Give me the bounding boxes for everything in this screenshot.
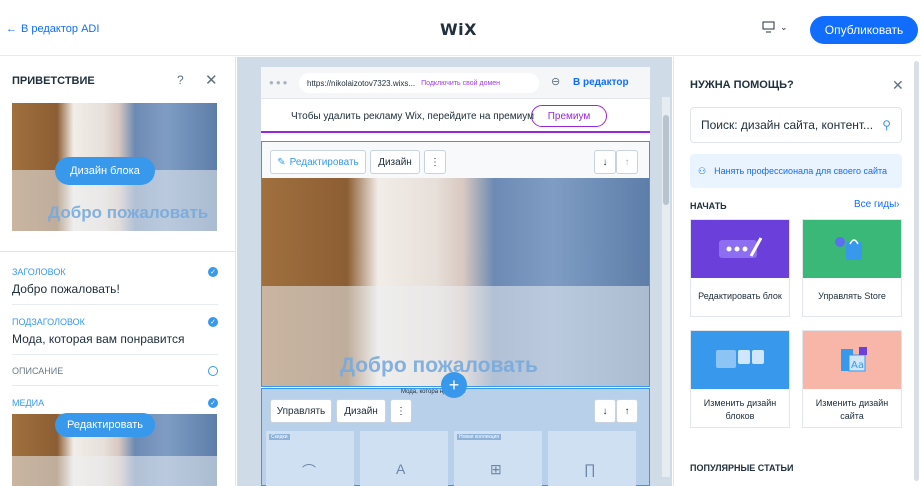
card-label: Изменить дизайн блоков: [703, 398, 777, 421]
dress-icon: A: [396, 461, 406, 477]
url-text: https://nikolaizotov7323.wixs...: [307, 78, 416, 88]
empty-circle-icon: [208, 366, 218, 376]
checkmark-icon: ✓: [208, 317, 218, 327]
connect-domain-link[interactable]: Подключить свой домен: [421, 80, 500, 87]
arrow-up-icon[interactable]: ↑: [616, 399, 638, 423]
categories-section[interactable]: Управлять Дизайн ⋮ ↓ ↑ Скидки ⌒ A Новая …: [261, 388, 650, 486]
edit-block-illustration-icon: [691, 220, 789, 278]
hire-pro-link[interactable]: ⚇ Нанять профессионала для своего сайта: [690, 154, 902, 188]
top-bar: ← В редактор ADI WiX ⌄ Опубликовать: [0, 0, 921, 56]
help-icon[interactable]: ?: [177, 73, 184, 87]
panel-title: ПРИВЕТСТВИЕ: [12, 75, 95, 87]
chevron-right-icon: ›: [896, 199, 900, 210]
field-label: МЕДИА: [12, 398, 45, 408]
block-design-button[interactable]: Дизайн блока: [55, 157, 155, 185]
shirt-icon: ⌒: [302, 463, 316, 479]
card-label: Изменить дизайн сайта: [815, 398, 889, 421]
people-icon: ⚇: [698, 165, 707, 176]
arrow-down-icon[interactable]: ↓: [594, 399, 616, 423]
premium-button[interactable]: Премиум: [531, 105, 607, 127]
all-guides-link[interactable]: Все гиды›: [854, 199, 900, 210]
add-section-button[interactable]: +: [441, 372, 467, 398]
blocks-design-illustration-icon: [691, 331, 789, 389]
design-button[interactable]: Дизайн: [336, 399, 386, 423]
checkmark-icon: ✓: [208, 267, 218, 277]
edit-block-button[interactable]: ✎ Редактировать: [270, 150, 366, 174]
help-panel-scrollbar[interactable]: [914, 61, 919, 481]
guide-card-manage-store[interactable]: Управлять Store: [802, 219, 902, 317]
jacket-icon: ∏: [584, 461, 596, 477]
field-value: Добро пожаловать!: [12, 282, 120, 296]
popular-articles-title: ПОПУЛЯРНЫЕ СТАТЬИ: [690, 463, 794, 473]
publish-button[interactable]: Опубликовать: [810, 16, 918, 44]
help-panel-title: НУЖНА ПОМОЩЬ?: [690, 79, 794, 91]
back-link-label: В редактор ADI: [21, 23, 100, 35]
pencil-icon: ✎: [277, 156, 286, 168]
field-label: ОПИСАНИЕ: [12, 366, 64, 376]
site-preview-window: ●●● https://nikolaizotov7323.wixs... Под…: [261, 67, 650, 486]
card-label: Управлять Store: [818, 291, 886, 301]
hero-section[interactable]: ✎ Редактировать Дизайн ⋮ ↓ ↑ Добро пожал…: [261, 141, 650, 387]
arrow-left-icon: ←: [6, 23, 17, 35]
card-label: Редактировать блок: [698, 291, 782, 301]
to-editor-link[interactable]: В редактор: [573, 77, 629, 88]
canvas-scroll-thumb[interactable]: [663, 115, 669, 205]
close-icon[interactable]: ✕: [205, 71, 218, 89]
checkmark-icon: ✓: [208, 398, 218, 408]
help-search-input[interactable]: Поиск: дизайн сайта, контент... ⚲: [690, 107, 902, 143]
edit-media-button[interactable]: Редактировать: [55, 413, 155, 437]
close-icon[interactable]: ✕: [892, 77, 904, 94]
guide-card-edit-block[interactable]: Редактировать блок: [690, 219, 790, 317]
site-design-illustration-icon: Aa: [803, 331, 901, 389]
arrow-up-icon[interactable]: ↑: [616, 150, 638, 174]
divider: [0, 251, 235, 252]
category-card[interactable]: ∏: [548, 431, 636, 486]
url-field[interactable]: https://nikolaizotov7323.wixs... Подключ…: [299, 73, 539, 93]
category-card[interactable]: Новая коллекция ⊞: [454, 431, 542, 486]
guide-card-site-design[interactable]: Aa Изменить дизайн сайта: [802, 330, 902, 428]
field-heading[interactable]: ЗАГОЛОВОК Добро пожаловать! ✓: [12, 267, 218, 305]
field-label: ЗАГОЛОВОК: [12, 267, 66, 277]
category-card[interactable]: A: [360, 431, 448, 486]
field-value: Мода, которая вам понравится: [12, 332, 185, 346]
field-subheading[interactable]: ПОДЗАГОЛОВОК Мода, которая вам понравитс…: [12, 317, 218, 355]
sweater-icon: ⊞: [490, 461, 502, 477]
svg-text:Aa: Aa: [851, 360, 864, 371]
category-tag: Скидки: [269, 434, 290, 440]
guide-card-block-design[interactable]: Изменить дизайн блоков: [690, 330, 790, 428]
help-panel: НУЖНА ПОМОЩЬ? ✕ Поиск: дизайн сайта, кон…: [673, 57, 921, 486]
ad-banner: Чтобы удалить рекламу Wix, перейдите на …: [261, 99, 650, 133]
window-dots-icon: ●●●: [269, 78, 290, 87]
hero-welcome-text: Добро пожаловать: [340, 354, 538, 377]
desktop-icon: [762, 21, 775, 33]
site-canvas: ●●● https://nikolaizotov7323.wixs... Под…: [237, 57, 672, 486]
manage-button[interactable]: Управлять: [270, 399, 332, 423]
start-section-title: НАЧАТЬ: [690, 201, 727, 211]
preview-welcome-text: Добро пожаловать: [48, 203, 209, 222]
field-description[interactable]: ОПИСАНИЕ: [12, 366, 218, 386]
more-icon[interactable]: ⋮: [424, 150, 446, 174]
zoom-icon[interactable]: ⊖: [551, 75, 560, 88]
field-media[interactable]: МЕДИА ✓: [12, 398, 218, 412]
ad-text: Чтобы удалить рекламу Wix, перейдите на …: [291, 111, 534, 122]
welcome-panel: ПРИВЕТСТВИЕ ? ✕ Добро пожаловать Дизайн …: [0, 57, 236, 486]
device-selector[interactable]: ⌄: [762, 21, 788, 33]
field-label: ПОДЗАГОЛОВОК: [12, 317, 85, 327]
hire-label: Нанять профессионала для своего сайта: [714, 166, 888, 176]
chevron-down-icon: ⌄: [780, 21, 788, 32]
edit-label: Редактировать: [289, 156, 359, 168]
design-button[interactable]: Дизайн: [370, 150, 420, 174]
category-tag: Новая коллекция: [457, 434, 501, 440]
store-bag-icon: [803, 220, 901, 278]
more-icon[interactable]: ⋮: [390, 399, 412, 423]
search-placeholder: Поиск: дизайн сайта, контент...: [701, 118, 874, 132]
wix-logo: WiX: [440, 20, 477, 39]
address-bar: ●●● https://nikolaizotov7323.wixs... Под…: [261, 67, 650, 99]
search-icon: ⚲: [882, 118, 891, 132]
category-card[interactable]: Скидки ⌒: [266, 431, 354, 486]
back-to-adi-link[interactable]: ← В редактор ADI: [6, 23, 99, 35]
arrow-down-icon[interactable]: ↓: [594, 150, 616, 174]
all-guides-label: Все гиды: [854, 199, 897, 210]
